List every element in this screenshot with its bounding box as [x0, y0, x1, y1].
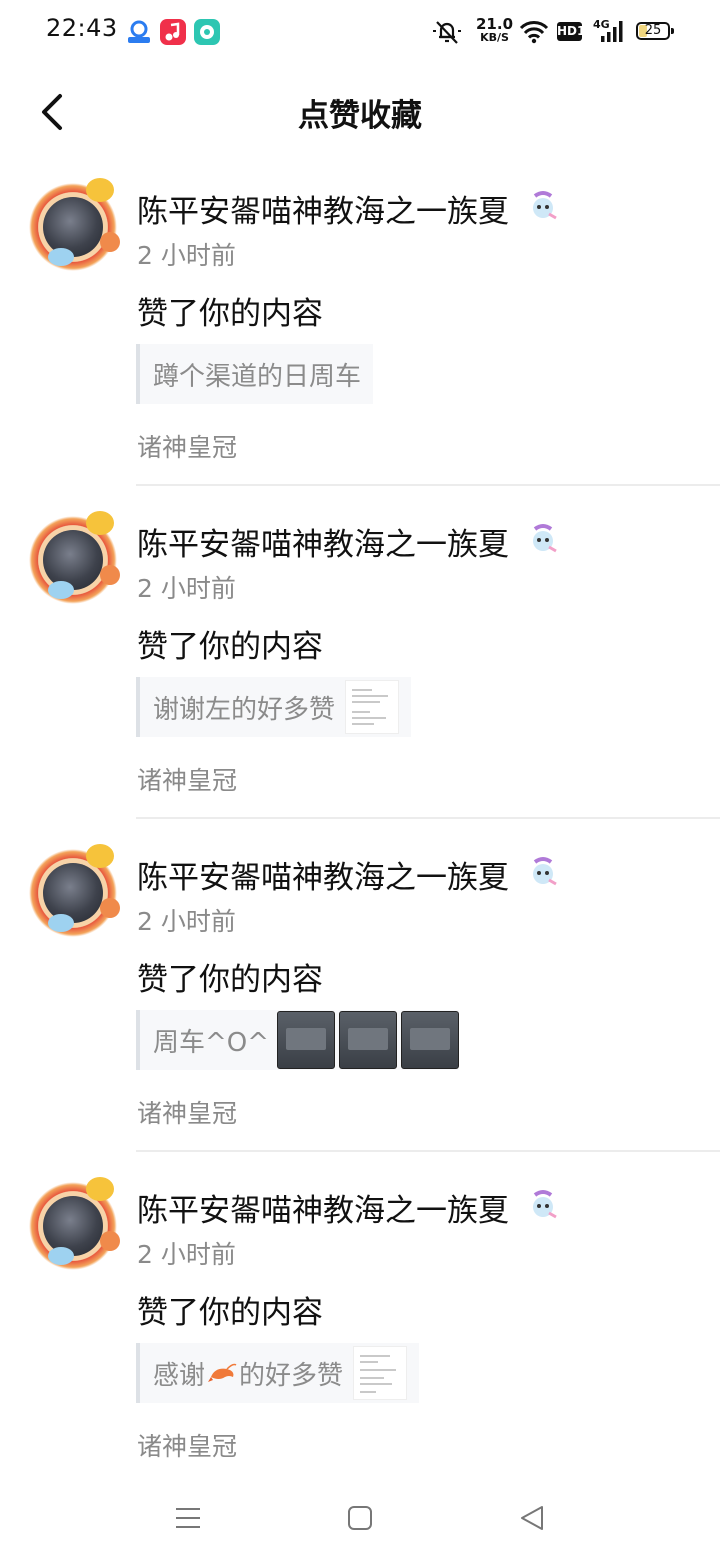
quoted-post-text: 谢谢左的好多赞 — [153, 694, 336, 725]
group-name[interactable]: 诸神皇冠 — [137, 761, 237, 797]
music-icon — [160, 19, 186, 45]
post-thumbnail[interactable] — [277, 1011, 336, 1069]
group-name[interactable]: 诸神皇冠 — [137, 1094, 237, 1130]
timestamp: 2 小时前 — [137, 241, 236, 270]
menu-icon — [176, 1508, 200, 1528]
app-icon-teal — [194, 19, 220, 45]
wifi-icon — [519, 20, 549, 44]
nav-back-button[interactable] — [512, 1498, 552, 1538]
back-triangle-icon — [521, 1506, 543, 1530]
action-text: 赞了你的内容 — [137, 629, 323, 665]
system-nav-bar — [0, 1480, 720, 1560]
divider — [136, 1150, 720, 1152]
divider — [136, 484, 720, 486]
group-name[interactable]: 诸神皇冠 — [137, 1427, 237, 1463]
net-speed: 21.0 KB/S — [476, 17, 513, 45]
net-speed-unit: KB/S — [480, 31, 509, 44]
action-text: 赞了你的内容 — [137, 296, 323, 332]
mute-bell-icon — [432, 18, 462, 46]
post-thumbnail[interactable] — [345, 680, 400, 734]
signal-icon: 4G — [593, 18, 627, 44]
quoted-post-text: 周车^O^ — [153, 1027, 270, 1058]
battery-icon: 25 — [636, 22, 674, 40]
timestamp: 2 小时前 — [137, 574, 236, 603]
quoted-post-text: 感谢 的好多赞 — [153, 1355, 343, 1392]
status-time: 22:43 — [46, 14, 118, 42]
quoted-post[interactable]: 周车^O^ — [136, 1010, 460, 1070]
post-thumbnail[interactable] — [353, 1346, 408, 1400]
post-thumbnail[interactable] — [401, 1011, 460, 1069]
list-item[interactable]: 陈平安嗧喵神教海之一族夏 2 小时前 赞了你的内容 周车^O^ 诸神皇冠 — [0, 838, 720, 1171]
unicorn-cat-icon — [527, 190, 559, 222]
page-title: 点赞收藏 — [298, 98, 422, 134]
avatar[interactable] — [26, 511, 120, 607]
menu-button[interactable] — [168, 1498, 208, 1538]
status-bar: 22:43 21.0 KB/S HD1 4G 25 — [0, 0, 720, 64]
quoted-post[interactable]: 蹲个渠道的日周车 — [136, 344, 374, 404]
avatar[interactable] — [26, 1177, 120, 1273]
home-button[interactable] — [340, 1498, 380, 1538]
user-name[interactable]: 陈平安嗧喵神教海之一族夏 — [137, 852, 509, 897]
action-text: 赞了你的内容 — [137, 962, 323, 998]
list-item[interactable]: 陈平安嗧喵神教海之一族夏 2 小时前 赞了你的内容 感谢 的好多赞 诸神皇冠 — [0, 1171, 720, 1504]
list-item[interactable]: 陈平安嗧喵神教海之一族夏 2 小时前 赞了你的内容 谢谢左的好多赞 诸神皇冠 — [0, 505, 720, 838]
quoted-post[interactable]: 谢谢左的好多赞 — [136, 677, 412, 737]
header: 点赞收藏 — [0, 70, 720, 154]
timestamp: 2 小时前 — [137, 907, 236, 936]
quoted-post-text-start: 感谢 — [153, 1360, 206, 1391]
list-item[interactable]: 陈平安嗧喵神教海之一族夏 2 小时前 赞了你的内容 蹲个渠道的日周车 诸神皇冠 — [0, 172, 720, 505]
unicorn-cat-icon — [527, 856, 559, 888]
app-icon-blue — [126, 19, 152, 45]
hd-badge: HD1 — [557, 22, 585, 41]
timestamp: 2 小时前 — [137, 1240, 236, 1269]
notification-list: 陈平安嗧喵神教海之一族夏 2 小时前 赞了你的内容 蹲个渠道的日周车 诸神皇冠 … — [0, 172, 720, 1504]
divider — [136, 817, 720, 819]
shrimp-emoji-icon — [207, 1362, 237, 1384]
avatar[interactable] — [26, 178, 120, 274]
avatar[interactable] — [26, 844, 120, 940]
user-name[interactable]: 陈平安嗧喵神教海之一族夏 — [137, 186, 509, 231]
user-name[interactable]: 陈平安嗧喵神教海之一族夏 — [137, 1185, 509, 1230]
user-name[interactable]: 陈平安嗧喵神教海之一族夏 — [137, 519, 509, 564]
group-name[interactable]: 诸神皇冠 — [137, 428, 237, 464]
unicorn-cat-icon — [527, 523, 559, 555]
home-square-icon — [348, 1506, 372, 1530]
quoted-post-text-end: 的好多赞 — [239, 1360, 344, 1391]
unicorn-cat-icon — [527, 1189, 559, 1221]
quoted-post-text: 蹲个渠道的日周车 — [153, 361, 362, 392]
battery-level: 25 — [644, 23, 662, 38]
post-thumbnail[interactable] — [339, 1011, 398, 1069]
action-text: 赞了你的内容 — [137, 1295, 323, 1331]
quoted-post[interactable]: 感谢 的好多赞 — [136, 1343, 420, 1403]
